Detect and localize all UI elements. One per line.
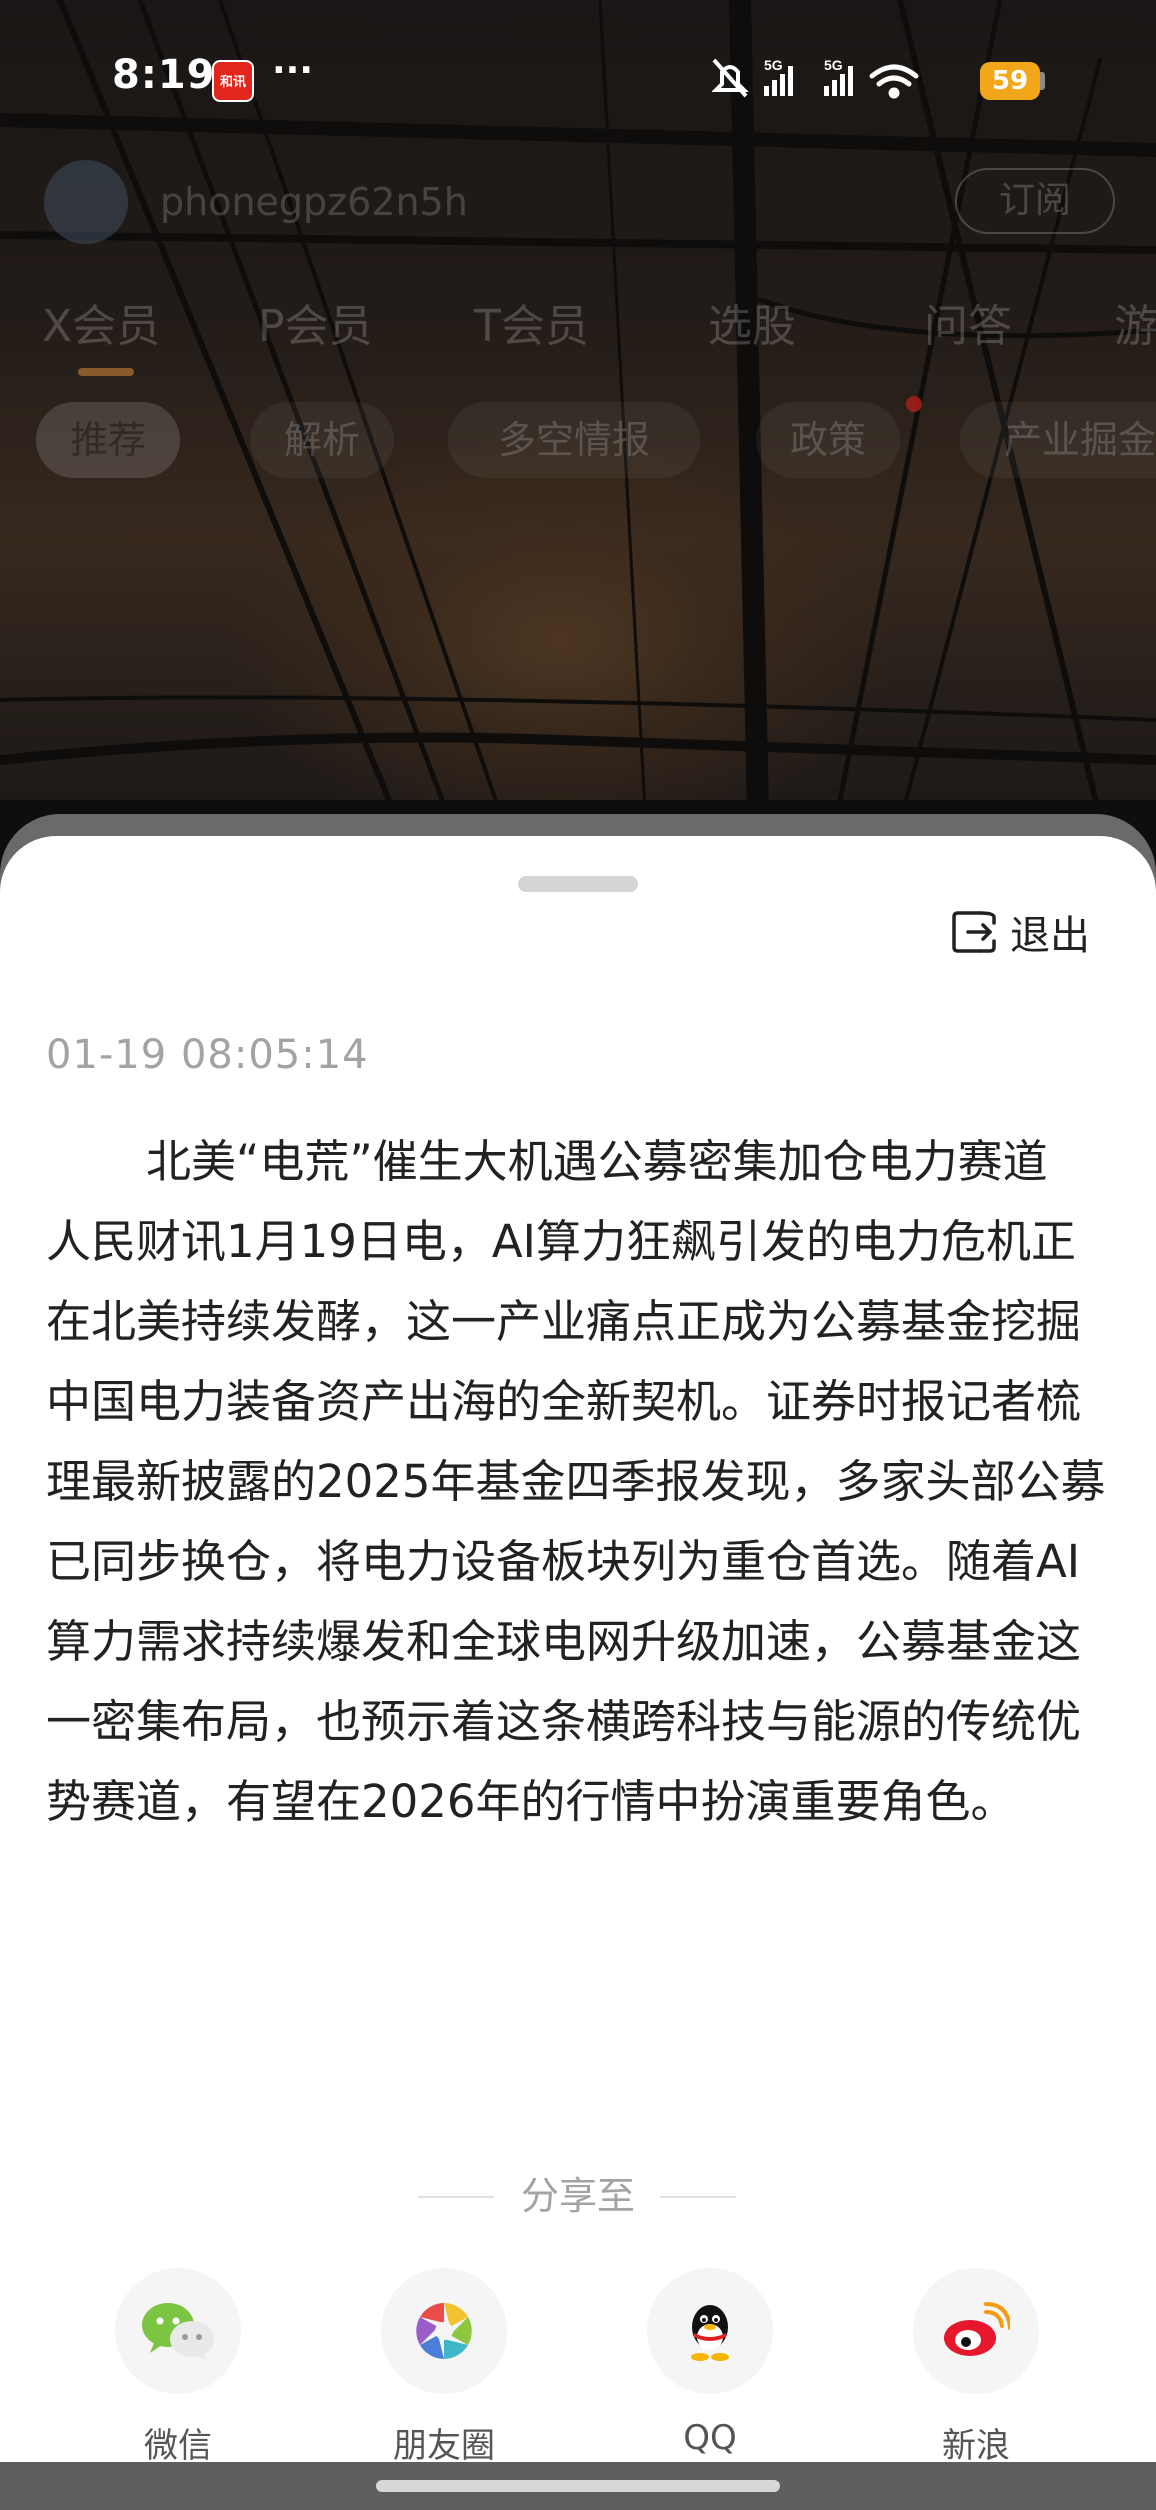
svg-text:5G: 5G [764,57,783,73]
chip-analysis[interactable]: 解析 [250,402,394,478]
share-moments-label: 朋友圈 [393,2426,495,2466]
share-icon-wrap [913,2268,1039,2394]
mute-icon [712,58,749,98]
exit-icon [952,911,996,953]
chip-long-short[interactable]: 多空情报 [448,402,700,478]
chip-industry[interactable]: 产业掘金 [960,402,1156,478]
wifi-icon [869,64,919,99]
svg-text:5G: 5G [824,57,843,73]
share-wechat-label: 微信 [144,2426,212,2466]
signal-icon-2: 5G [824,57,853,96]
status-bar: 8:19 和讯 ··· 5G 5G 59 [0,0,1156,160]
article-body: 人民财讯1月19日电，AI算力狂飙引发的电力危机正在北美持续发酵，这一产业痛点正… [46,1215,1106,1828]
share-weibo-label: 新浪 [942,2426,1010,2466]
member-tabs: X会员 P会员 T会员 选股 问答 游 [0,290,1156,360]
share-qq-label: QQ [683,2418,737,2458]
wechat-icon [142,2303,214,2361]
tab-underline [78,368,134,376]
avatar[interactable] [44,160,128,244]
chip-policy[interactable]: 政策 [756,402,900,478]
more-notifications-icon: ··· [272,50,314,91]
tab-t-member[interactable]: T会员 [474,290,589,354]
tab-p-member[interactable]: P会员 [258,290,373,354]
tab-stock-picking[interactable]: 选股 [708,290,796,354]
share-moments-button[interactable]: 朋友圈 [364,2268,524,2467]
filter-chips: 推荐 解析 多空情报 政策 产业掘金 [0,402,1156,482]
exit-label: 退出 [1010,913,1090,959]
share-targets: 微信 朋友圈 QQ 新浪 [0,2268,1156,2468]
app-notification-icon: 和讯 [212,60,254,102]
app-header: phonegpz62n5h 订阅 X会员 P会员 T会员 选股 问答 游 推荐 … [0,150,1156,490]
moments-icon [416,2303,472,2359]
tab-games[interactable]: 游 [1114,290,1156,354]
battery-icon: 59 [980,62,1040,100]
article-content: 北美“电荒”催生大机遇公募密集加仓电力赛道 人民财讯1月19日电，AI算力狂飙引… [46,1122,1112,1842]
battery-tip [1040,72,1045,90]
article-title: 北美“电荒”催生大机遇公募密集加仓电力赛道 [146,1135,1048,1188]
share-icon-wrap [647,2268,773,2394]
tab-qa[interactable]: 问答 [924,290,1012,354]
drag-handle[interactable] [518,876,638,892]
notification-dot [906,396,922,412]
tab-x-member[interactable]: X会员 [42,290,160,354]
divider [660,2196,736,2198]
qq-icon [691,2305,729,2361]
chip-recommend[interactable]: 推荐 [36,402,180,478]
status-time: 8:19 [112,52,216,98]
share-header: 分享至 [0,2166,1156,2226]
user-name: phonegpz62n5h [160,180,468,224]
article-sheet: 退出 01-19 08:05:14 北美“电荒”催生大机遇公募密集加仓电力赛道 … [0,836,1156,2510]
home-indicator[interactable] [376,2480,780,2492]
share-wechat-button[interactable]: 微信 [98,2268,258,2467]
signal-icon-1: 5G [764,57,793,96]
share-weibo-button[interactable]: 新浪 [896,2268,1056,2467]
share-icon-wrap [115,2268,241,2394]
status-icons: 5G 5G [712,57,919,99]
weibo-icon [944,2302,1010,2356]
subscribe-button[interactable]: 订阅 [955,168,1115,234]
article-timestamp: 01-19 08:05:14 [46,1032,369,1078]
share-icon-wrap [381,2268,507,2394]
share-label: 分享至 [520,2174,635,2218]
share-qq-button[interactable]: QQ [630,2268,790,2458]
exit-button[interactable]: 退出 [950,900,1090,964]
